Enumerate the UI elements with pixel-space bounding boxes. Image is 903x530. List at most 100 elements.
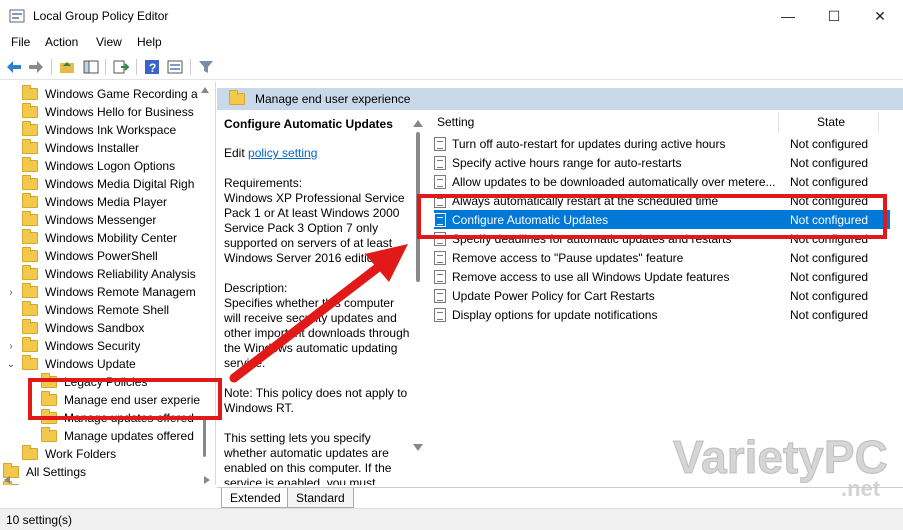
policy-setting-icon: [434, 288, 446, 303]
column-separator[interactable]: [778, 112, 779, 132]
policy-row[interactable]: Specify active hours range for auto-rest…: [434, 153, 890, 172]
tree-item[interactable]: Windows Logon Options: [22, 157, 175, 175]
tree-item[interactable]: Windows Game Recording a: [22, 85, 198, 103]
tree-item-label: Windows Hello for Business: [45, 105, 194, 119]
highlight-box-tree: [28, 378, 222, 420]
policy-row[interactable]: Remove access to "Pause updates" feature…: [434, 248, 890, 267]
tree-item-label: Windows Ink Workspace: [45, 123, 177, 137]
expander-icon[interactable]: ⌄: [6, 359, 16, 370]
tree-item-label: Windows Messenger: [45, 213, 157, 227]
menu-help[interactable]: Help: [137, 35, 162, 49]
help-icon[interactable]: ?: [143, 58, 161, 76]
tree-item[interactable]: Work Folders: [22, 445, 116, 463]
tree-item[interactable]: Windows Hello for Business: [22, 103, 194, 121]
menu-view[interactable]: View: [96, 35, 122, 49]
policy-name: Allow updates to be downloaded automatic…: [452, 174, 776, 189]
policy-row[interactable]: Turn off auto-restart for updates during…: [434, 134, 890, 153]
tree-item-label: Windows Update: [45, 357, 136, 371]
tree-item[interactable]: › Windows Remote Managem: [9, 283, 196, 301]
tree-scroll-thumb[interactable]: [203, 417, 206, 457]
folder-icon: [22, 193, 38, 208]
menu-file[interactable]: File: [11, 35, 30, 49]
tree-item[interactable]: Windows Sandbox: [22, 319, 144, 337]
folder-icon: [22, 247, 38, 262]
policy-setting-link[interactable]: policy setting: [248, 146, 317, 160]
tree-item[interactable]: Windows Remote Shell: [22, 301, 169, 319]
policy-row[interactable]: Remove access to use all Windows Update …: [434, 267, 890, 286]
tree-item-label: Windows Media Player: [45, 195, 168, 209]
policy-state: Not configured: [790, 155, 869, 170]
policy-row[interactable]: Allow updates to be downloaded automatic…: [434, 172, 890, 191]
tree-item-label: Windows PowerShell: [45, 249, 158, 263]
tree-item[interactable]: ⌄ Windows Update: [7, 355, 136, 373]
group-policy-app-icon: [9, 9, 25, 23]
tree-item[interactable]: Windows Mobility Center: [22, 229, 177, 247]
folder-icon: [22, 211, 38, 226]
policy-name: Remove access to use all Windows Update …: [452, 269, 730, 284]
policy-row[interactable]: Update Power Policy for Cart Restarts Not…: [434, 286, 890, 305]
maximize-button[interactable]: ☐: [811, 0, 857, 32]
tree-item[interactable]: Manage updates offered: [41, 427, 194, 445]
tab-standard[interactable]: Standard: [287, 488, 354, 508]
policy-state: Not configured: [790, 174, 869, 189]
tree-item[interactable]: › Windows Security: [9, 337, 140, 355]
description-label: Description:: [224, 281, 288, 295]
tree-item[interactable]: Windows Messenger: [22, 211, 156, 229]
tree-item[interactable]: Windows Installer: [22, 139, 139, 157]
tree-item[interactable]: Windows Media Player: [22, 193, 167, 211]
scroll-left-icon[interactable]: [4, 476, 10, 484]
tree-item[interactable]: Windows Media Digital Righ: [22, 175, 194, 193]
scroll-up-icon[interactable]: [413, 120, 423, 127]
tree-item-label: Work Folders: [45, 447, 117, 461]
description-scrollbar[interactable]: [411, 118, 425, 458]
pane-header-title: Manage end user experience: [255, 92, 411, 106]
show-hide-tree-icon[interactable]: [82, 58, 100, 76]
status-text: 10 setting(s): [6, 513, 73, 527]
column-separator[interactable]: [878, 112, 879, 132]
policy-name: Update Power Policy for Cart Restarts: [452, 288, 655, 303]
tab-extended[interactable]: Extended: [221, 488, 290, 508]
scroll-right-icon[interactable]: [204, 476, 210, 484]
policy-row[interactable]: Display options for update notifications…: [434, 305, 890, 324]
tree-item[interactable]: Windows Ink Workspace: [22, 121, 176, 139]
expander-icon[interactable]: ›: [6, 341, 16, 352]
edit-prefix: Edit: [224, 146, 245, 160]
tree-item[interactable]: Windows Reliability Analysis: [22, 265, 196, 283]
tree-horizontal-scrollbar[interactable]: [0, 473, 216, 485]
policy-name: Specify active hours range for auto-rest…: [452, 155, 682, 170]
tree-item-label: Windows Media Digital Righ: [45, 177, 195, 191]
toolbar-separator: [51, 59, 52, 75]
folder-icon: [22, 121, 38, 136]
up-folder-icon[interactable]: [58, 58, 76, 76]
folder-icon: [22, 355, 38, 370]
policy-state: Not configured: [790, 288, 869, 303]
close-button[interactable]: ✕: [857, 0, 903, 32]
column-state[interactable]: State: [817, 115, 845, 129]
back-icon[interactable]: [5, 58, 23, 76]
policy-state: Not configured: [790, 307, 869, 322]
scroll-up-icon[interactable]: [201, 87, 209, 93]
filter-icon[interactable]: [197, 58, 215, 76]
minimize-button[interactable]: —: [765, 0, 811, 32]
expander-icon[interactable]: ›: [6, 287, 16, 298]
folder-icon: [22, 157, 38, 172]
tree-item[interactable]: Windows PowerShell: [22, 247, 158, 265]
folder-icon: [229, 90, 245, 105]
export-list-icon[interactable]: [112, 58, 130, 76]
column-setting[interactable]: Setting: [437, 115, 474, 129]
menu-action[interactable]: Action: [45, 35, 78, 49]
edit-line: Edit policy setting: [224, 146, 410, 161]
policy-name: Turn off auto-restart for updates during…: [452, 136, 726, 151]
tree-item-label: Windows Installer: [45, 141, 140, 155]
folder-icon: [22, 319, 38, 334]
forward-icon[interactable]: [27, 58, 45, 76]
toolbar: ?: [0, 54, 903, 80]
watermark-suffix: .net: [841, 476, 881, 501]
requirements-text: Windows XP Professional Service Pack 1 o…: [224, 191, 405, 265]
tree-item-label: Windows Remote Managem: [45, 285, 196, 299]
scroll-down-icon[interactable]: [413, 444, 423, 451]
list-header: Setting State: [420, 112, 890, 132]
properties-icon[interactable]: [166, 58, 184, 76]
description-panel: Configure Automatic Updates Edit policy …: [217, 110, 417, 485]
title-bar: Local Group Policy Editor — ☐ ✕: [0, 0, 903, 32]
